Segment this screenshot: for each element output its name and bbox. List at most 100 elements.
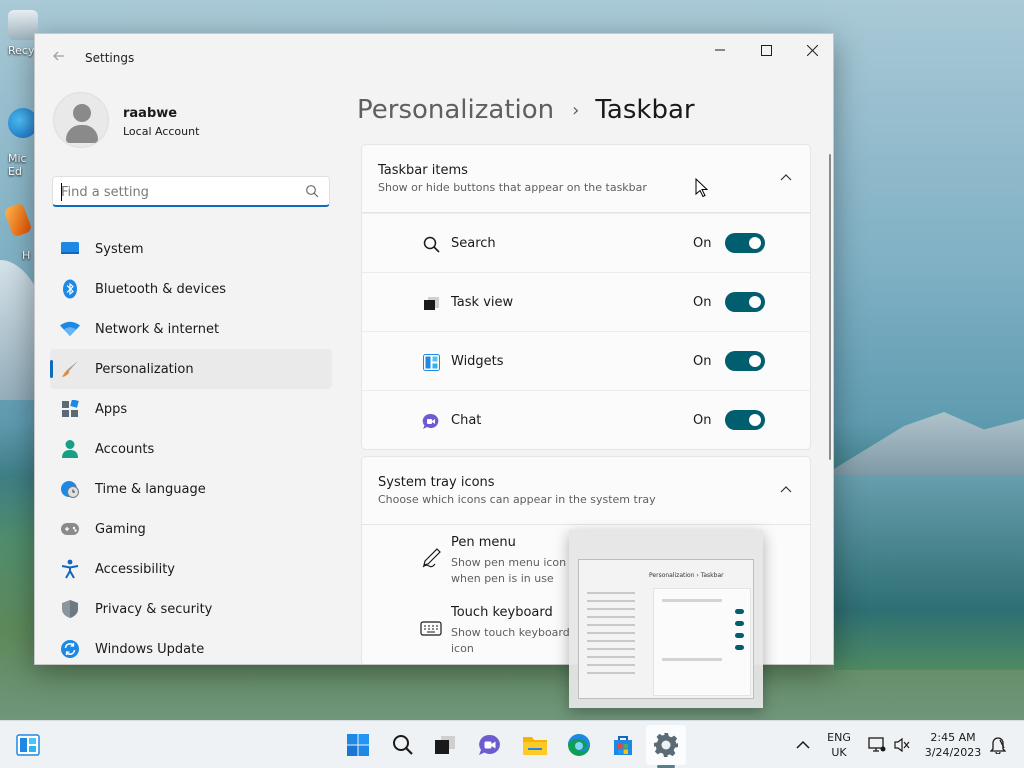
- setting-description: Show pen menu icon when pen is in use: [451, 556, 567, 585]
- app-shortcut-icon: [3, 202, 33, 238]
- avatar[interactable]: [53, 92, 109, 148]
- widgets-taskbar-button[interactable]: [8, 725, 48, 765]
- sidebar-item-windows-update[interactable]: Windows Update: [50, 629, 332, 664]
- taskbar-settings-button[interactable]: [646, 725, 686, 765]
- os-taskbar: ENG UK 2:45 AM 3/24/2023: [0, 720, 1024, 768]
- taskbar-items-header[interactable]: Taskbar items Show or hide buttons that …: [362, 145, 810, 213]
- clock-date: 3/24/2023: [924, 746, 982, 759]
- edge-icon: [568, 734, 590, 756]
- minimize-button[interactable]: [697, 34, 743, 66]
- sidebar-item-accessibility[interactable]: Accessibility: [50, 549, 332, 589]
- desktop-scenery-water: [834, 470, 1024, 670]
- thumbnail-window: Personalization › Taskbar: [578, 559, 754, 699]
- chevron-up-icon[interactable]: [780, 485, 792, 495]
- close-button[interactable]: [789, 34, 833, 66]
- taskbar-file-explorer-button[interactable]: [515, 725, 555, 765]
- system-icon: [60, 239, 80, 259]
- search-toggle[interactable]: [725, 233, 765, 253]
- sidebar-item-label: Gaming: [95, 521, 146, 537]
- gear-icon: [654, 733, 678, 757]
- sidebar-item-label: Network & internet: [95, 321, 220, 337]
- language-code: ENG: [827, 731, 851, 744]
- keyboard-layout: UK: [831, 746, 847, 759]
- folder-icon: [523, 737, 547, 755]
- search-box[interactable]: [52, 176, 330, 207]
- sidebar-item-time-language[interactable]: Time & language: [50, 469, 332, 509]
- taskbar-chat-icon: [479, 734, 500, 755]
- wifi-icon: [60, 319, 80, 339]
- thumbnail-sidebar: [581, 586, 647, 696]
- setting-label: Search: [451, 236, 496, 251]
- sidebar-item-label: Bluetooth & devices: [95, 281, 226, 297]
- taskbar-item-chat-row: Chat On: [362, 390, 810, 449]
- windows-start-icon: [347, 734, 369, 756]
- shield-icon: [60, 599, 80, 619]
- scrollbar[interactable]: [829, 154, 831, 460]
- search-icon[interactable]: [305, 184, 319, 198]
- taskbar-chat-button[interactable]: [470, 725, 510, 765]
- sidebar-item-apps[interactable]: Apps: [50, 389, 332, 429]
- start-button[interactable]: [338, 725, 378, 765]
- sidebar-item-label: System: [95, 241, 144, 257]
- system-tray-icons-header[interactable]: System tray icons Choose which icons can…: [362, 457, 810, 525]
- notification-bell-icon: [990, 737, 1006, 754]
- sidebar-nav: System Bluetooth & devices Network & int…: [50, 229, 332, 664]
- volume-button[interactable]: [888, 725, 916, 765]
- brush-icon: [60, 359, 80, 379]
- setting-description: Show touch keyboard icon: [451, 626, 570, 655]
- chevron-right-icon: ›: [572, 99, 580, 121]
- sidebar-item-privacy-security[interactable]: Privacy & security: [50, 589, 332, 629]
- maximize-button[interactable]: [743, 34, 789, 66]
- sidebar-item-gaming[interactable]: Gaming: [50, 509, 332, 549]
- notifications-button[interactable]: [984, 725, 1012, 765]
- chevron-up-icon: [796, 740, 810, 749]
- chat-toggle[interactable]: [725, 410, 765, 430]
- search-input[interactable]: [61, 182, 291, 202]
- arrow-left-icon: [53, 51, 64, 61]
- window-thumbnail-preview[interactable]: Personalization › Taskbar: [569, 530, 763, 708]
- sidebar-item-system[interactable]: System: [50, 229, 332, 269]
- input-language-indicator[interactable]: ENG UK: [822, 730, 856, 760]
- toggle-state-label: On: [693, 354, 712, 369]
- task-view-toggle[interactable]: [725, 292, 765, 312]
- breadcrumb: Personalization › Taskbar: [357, 90, 695, 130]
- store-icon: [614, 736, 632, 755]
- sidebar-item-personalization[interactable]: Personalization: [50, 349, 332, 389]
- pen-icon: [422, 548, 441, 568]
- clock-time: 2:45 AM: [930, 731, 976, 744]
- back-button[interactable]: [49, 48, 69, 68]
- taskbar-item-search-row: Search On: [362, 213, 810, 272]
- taskbar-search-button[interactable]: [383, 725, 423, 765]
- section-description: Show or hide buttons that appear on the …: [378, 181, 647, 194]
- desktop-scenery-mountains: [824, 412, 1024, 475]
- globe-clock-icon: [60, 479, 80, 499]
- breadcrumb-parent[interactable]: Personalization: [357, 95, 554, 125]
- update-icon: [60, 639, 80, 659]
- widgets-icon: [422, 353, 440, 371]
- taskbar-edge-button[interactable]: [559, 725, 599, 765]
- sidebar-item-accounts[interactable]: Accounts: [50, 429, 332, 469]
- taskbar-items-card: Taskbar items Show or hide buttons that …: [361, 144, 811, 450]
- sidebar-item-network[interactable]: Network & internet: [50, 309, 332, 349]
- show-hidden-icons-button[interactable]: [785, 725, 821, 765]
- chevron-up-icon[interactable]: [780, 173, 792, 183]
- clock[interactable]: 2:45 AM 3/24/2023: [918, 730, 988, 760]
- sidebar-item-bluetooth[interactable]: Bluetooth & devices: [50, 269, 332, 309]
- user-name: raabwe: [123, 106, 178, 121]
- sidebar-item-label: Time & language: [95, 481, 206, 497]
- title-bar[interactable]: Settings: [35, 34, 833, 82]
- maximize-icon: [760, 44, 772, 56]
- setting-label: Task view: [451, 295, 514, 310]
- chat-icon: [422, 412, 440, 430]
- apps-icon: [60, 399, 80, 419]
- keyboard-icon: [420, 621, 442, 636]
- taskbar-task-view-button[interactable]: [425, 725, 465, 765]
- thumbnail-content: [653, 588, 751, 696]
- section-description: Choose which icons can appear in the sys…: [378, 493, 656, 506]
- minimize-icon: [715, 49, 725, 51]
- setting-label: Touch keyboard: [451, 605, 553, 620]
- task-view-icon: [422, 294, 440, 312]
- widgets-toggle[interactable]: [725, 351, 765, 371]
- taskbar-item-widgets-row: Widgets On: [362, 331, 810, 390]
- taskbar-store-button[interactable]: [603, 725, 643, 765]
